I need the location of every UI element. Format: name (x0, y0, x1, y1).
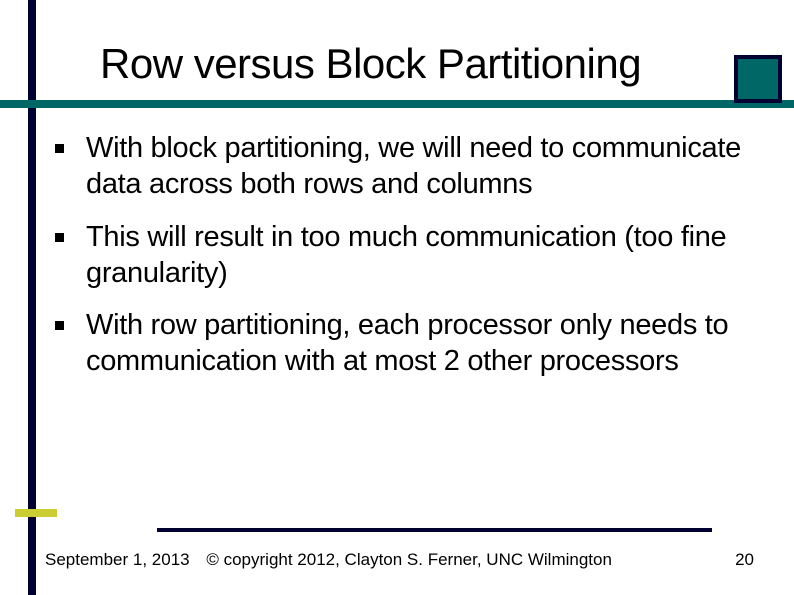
footer-line (157, 528, 712, 532)
list-item: With block partitioning, we will need to… (55, 130, 769, 203)
list-item: With row partitioning, each processor on… (55, 307, 769, 380)
left-accent-bar (28, 0, 36, 595)
title-area: Row versus Block Partitioning (0, 0, 794, 88)
page-number: 20 (735, 550, 754, 570)
title-square-decoration (734, 55, 782, 103)
bullet-icon (55, 233, 64, 242)
list-item: This will result in too much communicati… (55, 219, 769, 292)
slide: Row versus Block Partitioning With block… (0, 0, 794, 595)
bullet-text: With row partitioning, each processor on… (86, 307, 769, 380)
bullet-text: This will result in too much communicati… (86, 219, 769, 292)
footer-copyright: © copyright 2012, Clayton S. Ferner, UNC… (206, 550, 612, 570)
bullet-icon (55, 144, 64, 153)
title-underline (0, 100, 794, 108)
bullet-text: With block partitioning, we will need to… (86, 130, 769, 203)
content-area: With block partitioning, we will need to… (55, 130, 769, 396)
bullet-icon (55, 321, 64, 330)
footer-text: September 1, 2013 © copyright 2012, Clay… (45, 550, 612, 570)
slide-title: Row versus Block Partitioning (100, 40, 794, 88)
footer-date: September 1, 2013 (45, 550, 190, 570)
footer-accent-tick (15, 509, 57, 517)
